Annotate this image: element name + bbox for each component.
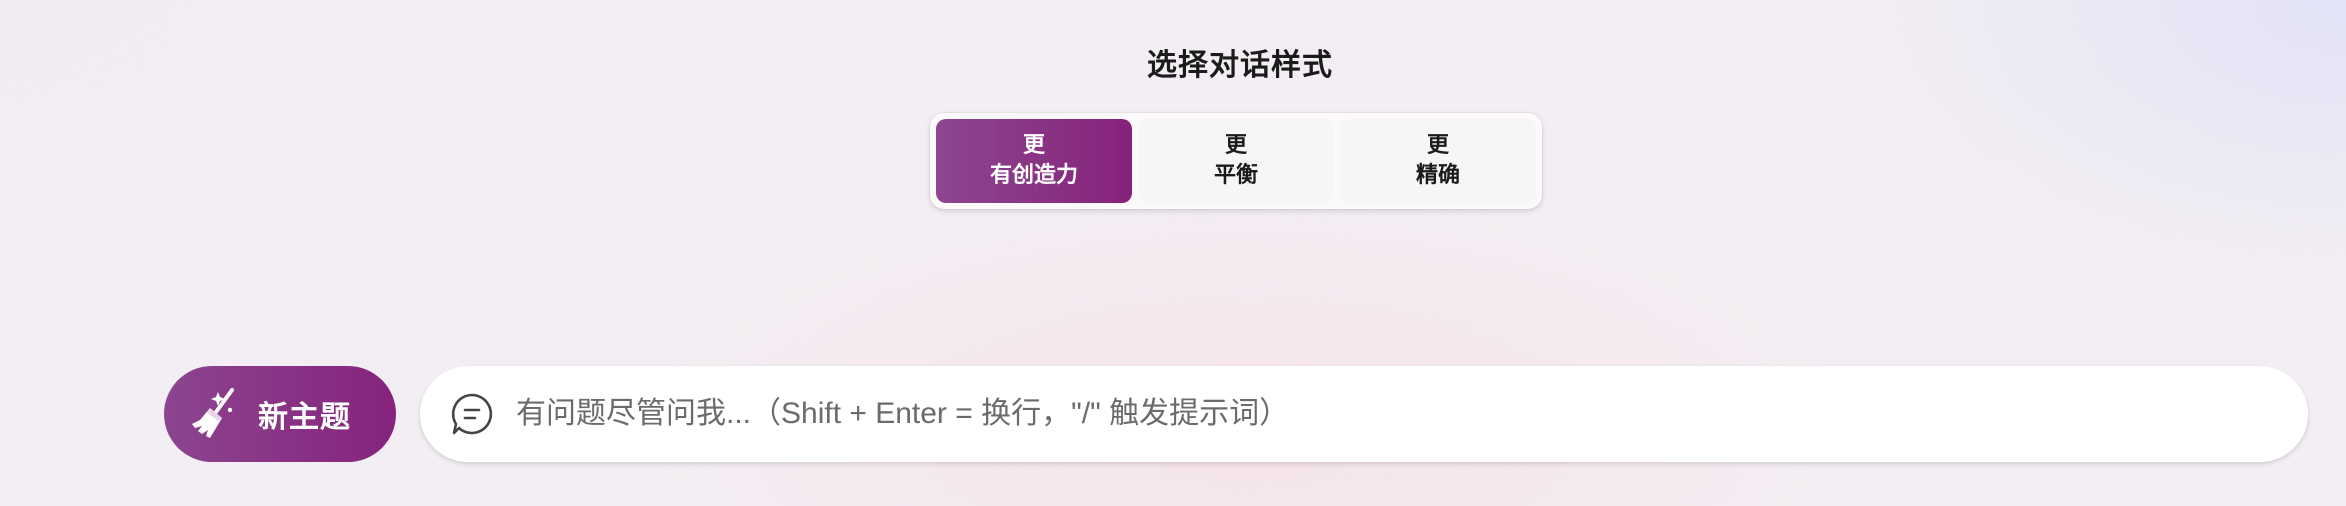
style-option-creative[interactable]: 更 有创造力 [936, 119, 1132, 203]
broom-icon [192, 388, 234, 438]
conversation-style-switcher: 更 有创造力 更 平衡 更 精确 [930, 113, 1542, 209]
chat-input-container[interactable] [420, 366, 2308, 462]
conversation-style-title: 选择对话样式 [1147, 48, 1333, 83]
style-option-prefix: 更 [1426, 133, 1449, 158]
style-option-prefix: 更 [1022, 133, 1045, 158]
new-topic-button[interactable]: 新主题 [164, 366, 396, 462]
style-option-label: 平衡 [1213, 163, 1258, 188]
style-option-label: 有创造力 [989, 163, 1078, 188]
chat-input[interactable] [514, 383, 2308, 445]
chat-bubble-icon [451, 393, 493, 435]
style-option-balanced[interactable]: 更 平衡 [1138, 119, 1334, 203]
style-option-precise[interactable]: 更 精确 [1340, 119, 1536, 203]
style-option-prefix: 更 [1224, 133, 1247, 158]
style-option-label: 精确 [1415, 163, 1460, 188]
new-topic-label: 新主题 [258, 400, 351, 435]
